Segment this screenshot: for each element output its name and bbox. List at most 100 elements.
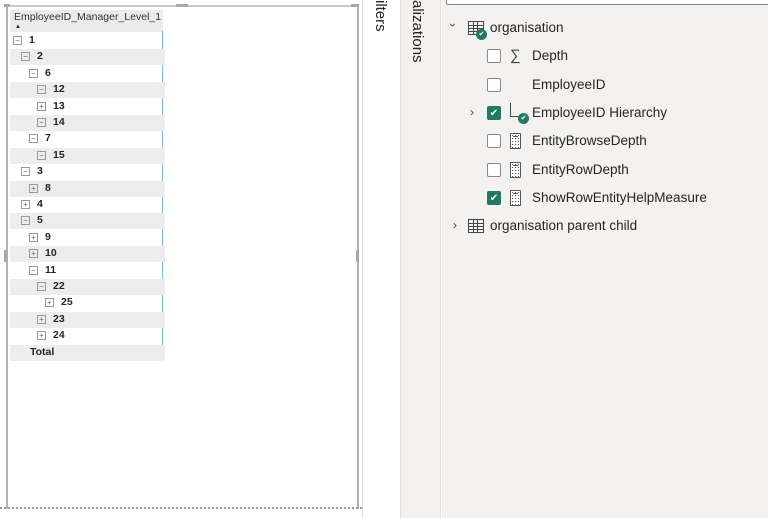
row-label: 13 — [53, 99, 65, 112]
field-item[interactable]: ∑ Depth — [442, 45, 768, 67]
field-item[interactable]: › ✔ ✔ EmployeeID Hierarchy — [442, 102, 768, 124]
expand-icon[interactable]: + — [29, 249, 38, 259]
matrix-row[interactable]: −3 — [10, 164, 165, 180]
matrix-row[interactable]: +4 — [10, 197, 165, 213]
collapse-icon[interactable]: − — [21, 52, 30, 62]
field-checkbox[interactable]: ✔ — [487, 105, 501, 120]
matrix-row[interactable]: +8 — [10, 180, 165, 197]
collapse-icon[interactable]: − — [37, 150, 46, 160]
field-item[interactable]: EntityBrowseDepth — [442, 130, 768, 152]
matrix-row[interactable]: −12 — [10, 82, 165, 99]
matrix-row[interactable]: −11 — [10, 263, 165, 279]
resize-handle-top[interactable] — [176, 4, 188, 7]
matrix-row[interactable]: +9 — [10, 230, 165, 246]
collapse-icon[interactable]: − — [29, 68, 38, 78]
resize-handle-topright[interactable] — [351, 4, 359, 7]
matrix-row[interactable]: +24 — [10, 328, 165, 344]
visualizations-pane-label: alizations — [409, 0, 426, 63]
field-item[interactable]: ✔ ShowRowEntityHelpMeasure — [442, 187, 768, 209]
resize-handle-topleft[interactable] — [4, 4, 10, 7]
row-label: 5 — [37, 214, 43, 227]
field-checkbox[interactable] — [487, 77, 501, 92]
collapse-icon[interactable]: − — [29, 134, 38, 144]
matrix-row[interactable]: −22 — [10, 279, 165, 295]
row-label: 24 — [53, 329, 65, 342]
matrix-row[interactable]: −1 — [10, 33, 165, 49]
row-label: 14 — [53, 116, 65, 128]
filters-pane-label: ilters — [372, 0, 389, 32]
expand-icon[interactable]: + — [29, 183, 38, 193]
row-label: Total — [30, 345, 55, 358]
fields-pane: › ✔ organisation ∑ Depth EmployeeID › ✔ ✔ Employe… — [442, 0, 768, 518]
visualizations-pane-collapsed[interactable]: alizations — [400, 0, 441, 518]
row-label: 12 — [53, 83, 65, 96]
expand-icon[interactable]: + — [37, 101, 46, 111]
matrix-row[interactable]: +13 — [10, 99, 165, 115]
row-label: 7 — [45, 132, 51, 145]
field-item[interactable]: EntityRowDepth — [442, 159, 768, 181]
table-name: organisation parent child — [490, 218, 638, 234]
row-label: 10 — [45, 247, 57, 260]
matrix-row[interactable]: −6 — [10, 66, 165, 82]
collapse-icon[interactable]: − — [29, 265, 38, 275]
row-label: 11 — [45, 263, 57, 276]
field-name: ShowRowEntityHelpMeasure — [532, 189, 707, 205]
field-name: Depth — [532, 48, 569, 64]
field-name: EmployeeID — [532, 76, 606, 92]
resize-handle-right[interactable] — [356, 250, 359, 262]
matrix-row[interactable]: −2 — [10, 49, 165, 66]
field-name: EntityRowDepth — [532, 161, 629, 177]
resize-handle-left[interactable] — [4, 250, 7, 262]
column-header[interactable]: EmployeeID_Manager_Level_1 ▲ — [10, 10, 163, 32]
field-table-organisation-parent-child[interactable]: › organisation parent child — [442, 215, 768, 237]
collapse-icon[interactable]: − — [21, 216, 30, 226]
fields-search-input[interactable] — [446, 0, 768, 5]
chevron-down-icon[interactable]: › — [446, 23, 460, 27]
field-name: EmployeeID Hierarchy — [532, 104, 668, 120]
sort-ascending-icon[interactable]: ▲ — [15, 24, 21, 30]
field-checkbox[interactable]: ✔ — [487, 190, 501, 205]
row-label: 23 — [53, 312, 65, 325]
collapse-icon[interactable]: − — [13, 36, 22, 45]
in-use-check-icon: ✔ — [476, 29, 487, 40]
field-table-organisation[interactable]: › ✔ organisation — [442, 17, 768, 40]
field-checkbox[interactable] — [487, 162, 501, 177]
column-header-label: EmployeeID_Manager_Level_1 — [14, 11, 162, 23]
row-label: 22 — [53, 280, 65, 292]
matrix-row[interactable]: −7 — [10, 131, 165, 147]
filters-pane-collapsed[interactable]: ilters — [362, 0, 400, 518]
table-name: organisation — [490, 20, 564, 35]
collapse-icon[interactable]: − — [37, 85, 46, 95]
chevron-right-icon[interactable]: › — [470, 105, 474, 119]
matrix-row[interactable]: +10 — [10, 246, 165, 263]
matrix-row[interactable]: +25 — [10, 295, 165, 311]
collapse-icon[interactable]: − — [37, 282, 46, 291]
collapse-icon[interactable]: − — [21, 167, 30, 177]
expand-icon[interactable]: + — [45, 298, 54, 308]
row-label: 2 — [37, 50, 43, 63]
matrix-row[interactable]: −14 — [10, 115, 165, 131]
matrix-row[interactable]: +23 — [10, 311, 165, 328]
calculator-icon — [510, 133, 521, 150]
expand-icon[interactable]: + — [37, 314, 46, 324]
chevron-right-icon[interactable]: › — [453, 218, 457, 232]
matrix-row[interactable]: −5 — [10, 213, 165, 230]
row-label: 8 — [45, 181, 51, 194]
row-label: 4 — [37, 198, 43, 210]
matrix-row[interactable]: Total — [10, 344, 165, 361]
field-checkbox[interactable] — [487, 134, 501, 149]
row-label: 25 — [61, 296, 73, 309]
sigma-icon: ∑ — [510, 47, 521, 65]
collapse-icon[interactable]: − — [37, 118, 46, 127]
row-label: 15 — [53, 148, 65, 161]
field-checkbox[interactable] — [487, 49, 501, 64]
in-use-check-icon: ✔ — [518, 112, 529, 124]
expand-icon[interactable]: + — [37, 331, 46, 341]
row-label: 1 — [29, 34, 35, 46]
expand-icon[interactable]: + — [21, 200, 30, 209]
expand-icon[interactable]: + — [29, 232, 38, 242]
calculator-icon — [510, 161, 521, 178]
matrix-row[interactable]: −15 — [10, 147, 165, 164]
field-item[interactable]: EmployeeID — [442, 74, 768, 96]
table-icon — [468, 219, 484, 234]
